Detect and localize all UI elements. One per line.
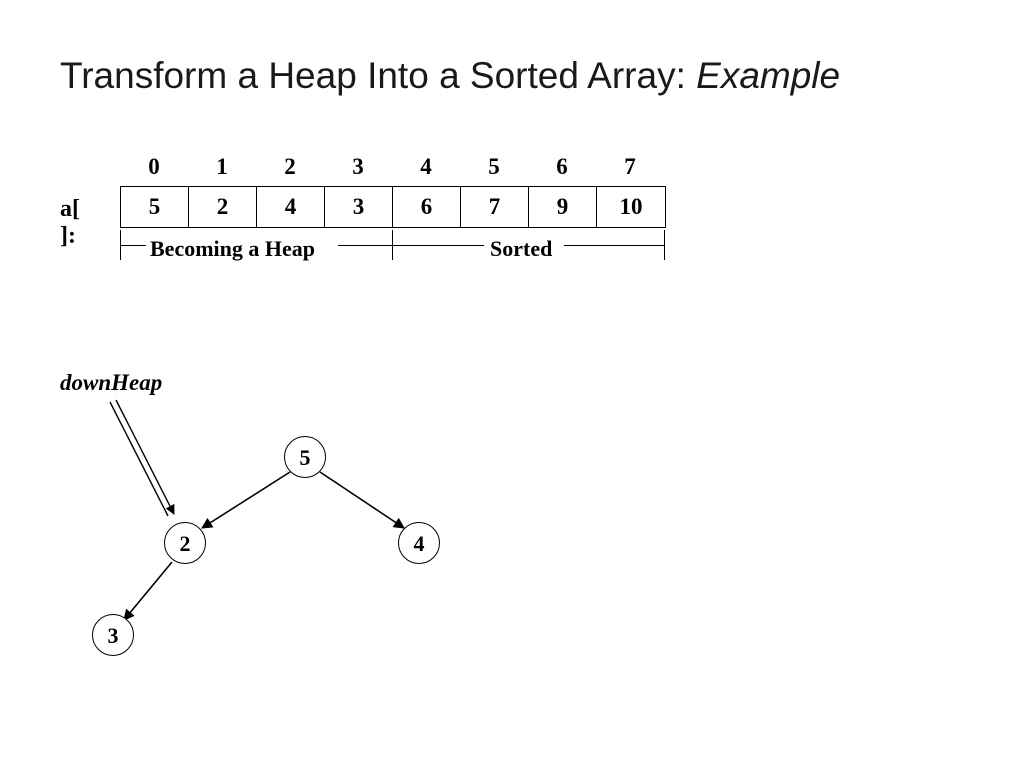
index-row: 0 1 2 3 4 5 6 7 <box>120 150 664 184</box>
value-cell: 7 <box>461 187 529 227</box>
title-em: Example <box>696 55 840 96</box>
range-line <box>392 245 484 246</box>
downheap-label: downHeap <box>60 370 162 396</box>
range-heap-label: Becoming a Heap <box>150 236 315 262</box>
index-cell: 3 <box>324 150 392 184</box>
value-cell: 5 <box>121 187 189 227</box>
index-cell: 5 <box>460 150 528 184</box>
index-cell: 4 <box>392 150 460 184</box>
range-line <box>564 245 664 246</box>
range-tick <box>664 230 665 260</box>
tree-node-right: 4 <box>398 522 440 564</box>
tree-node-root: 5 <box>284 436 326 478</box>
index-cell: 7 <box>596 150 664 184</box>
index-cell: 1 <box>188 150 256 184</box>
value-cell: 9 <box>529 187 597 227</box>
range-line <box>338 245 392 246</box>
value-cell: 4 <box>257 187 325 227</box>
range-sorted-label: Sorted <box>490 236 552 262</box>
index-cell: 6 <box>528 150 596 184</box>
value-row: 5 2 4 3 6 7 9 10 <box>120 186 666 228</box>
value-cell: 6 <box>393 187 461 227</box>
value-cell: 10 <box>597 187 665 227</box>
array-label: a[ ]: <box>60 196 80 250</box>
range-line <box>120 245 146 246</box>
tree-node-leaf: 3 <box>92 614 134 656</box>
index-cell: 2 <box>256 150 324 184</box>
value-cell: 3 <box>325 187 393 227</box>
range-brackets: Becoming a Heap Sorted <box>120 230 664 270</box>
tree-node-left: 2 <box>164 522 206 564</box>
slide-title: Transform a Heap Into a Sorted Array: Ex… <box>60 55 840 97</box>
value-cell: 2 <box>189 187 257 227</box>
index-cell: 0 <box>120 150 188 184</box>
title-main: Transform a Heap Into a Sorted Array: <box>60 55 696 96</box>
